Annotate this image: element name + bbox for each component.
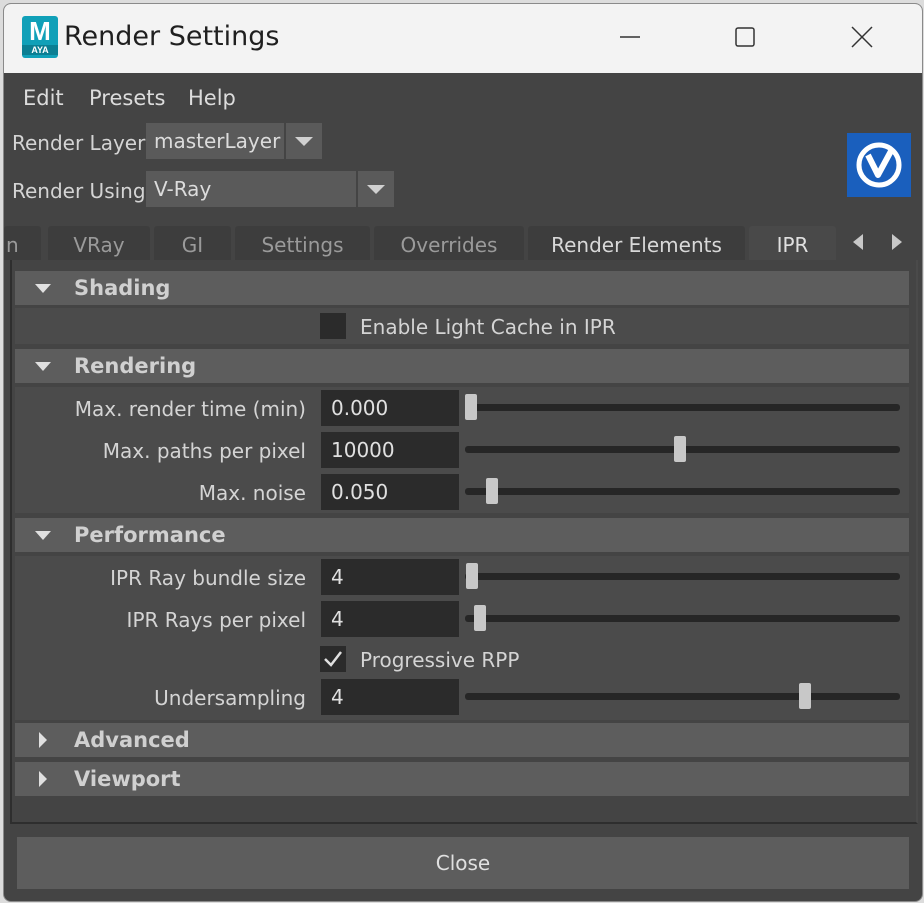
tab-partial[interactable]: n (4, 226, 41, 260)
expanded-triangle-icon (35, 531, 51, 540)
vray-logo-icon (847, 133, 911, 197)
tab-vray[interactable]: VRay (48, 226, 150, 260)
menu-bar: Edit Presets Help (4, 73, 922, 123)
progressive-rpp-label: Progressive RPP (360, 648, 520, 672)
enable-light-cache-checkbox[interactable] (320, 313, 346, 339)
render-using-label: Render Using (12, 179, 146, 203)
section-shading-header[interactable]: Shading (15, 271, 909, 305)
max-noise-slider[interactable] (465, 488, 900, 495)
ray-bundle-size-slider[interactable] (465, 573, 900, 580)
section-rendering-header[interactable]: Rendering (15, 349, 909, 383)
rays-per-pixel-field[interactable]: 4 (321, 601, 459, 637)
render-settings-window: M AYA Render Settings Edit Presets Help … (3, 3, 923, 902)
checkmark-icon (324, 651, 342, 667)
tab-gi[interactable]: GI (154, 226, 231, 260)
slider-handle[interactable] (474, 605, 486, 631)
section-viewport-header[interactable]: Viewport (15, 762, 909, 796)
max-render-time-label: Max. render time (min) (74, 397, 306, 421)
section-performance-header[interactable]: Performance (15, 518, 909, 552)
render-layer-label: Render Layer (12, 131, 146, 155)
slider-handle[interactable] (799, 683, 811, 709)
collapsed-triangle-icon (39, 771, 47, 787)
chevron-down-icon (284, 123, 322, 159)
expanded-triangle-icon (35, 284, 51, 293)
tab-render-elements[interactable]: Render Elements (528, 226, 745, 260)
rays-per-pixel-slider[interactable] (465, 615, 900, 622)
expanded-triangle-icon (35, 362, 51, 371)
close-icon (851, 26, 873, 48)
menu-edit[interactable]: Edit (23, 85, 64, 111)
undersampling-label: Undersampling (154, 686, 306, 710)
ray-bundle-size-label: IPR Ray bundle size (110, 566, 306, 590)
minimize-button[interactable] (610, 20, 650, 56)
maximize-button[interactable] (725, 20, 765, 56)
menu-presets[interactable]: Presets (89, 85, 165, 111)
max-paths-label: Max. paths per pixel (102, 439, 306, 463)
tab-settings[interactable]: Settings (235, 226, 370, 260)
max-render-time-field[interactable]: 0.000 (321, 390, 459, 426)
max-noise-field[interactable]: 0.050 (321, 474, 459, 510)
maya-app-icon: M AYA (22, 16, 58, 58)
progressive-rpp-checkbox[interactable] (320, 646, 346, 672)
render-layer-dropdown[interactable]: masterLayer (146, 123, 322, 159)
menu-help[interactable]: Help (188, 85, 236, 111)
slider-handle[interactable] (465, 394, 477, 420)
collapsed-triangle-icon (39, 732, 47, 748)
section-advanced-header[interactable]: Advanced (15, 723, 909, 757)
tab-ipr[interactable]: IPR (749, 226, 836, 260)
tab-scroll-right-icon[interactable] (892, 234, 902, 250)
tab-overrides[interactable]: Overrides (374, 226, 524, 260)
undersampling-slider[interactable] (465, 693, 900, 700)
tab-scroll-left-icon[interactable] (853, 234, 863, 250)
slider-handle[interactable] (486, 478, 498, 504)
enable-light-cache-label: Enable Light Cache in IPR (360, 315, 616, 339)
rays-per-pixel-label: IPR Rays per pixel (126, 608, 306, 632)
ray-bundle-size-field[interactable]: 4 (321, 559, 459, 595)
slider-handle[interactable] (674, 436, 686, 462)
undersampling-field[interactable]: 4 (321, 679, 459, 715)
title-bar[interactable]: M AYA Render Settings (4, 4, 922, 73)
close-button[interactable]: Close (17, 837, 909, 889)
max-paths-field[interactable]: 10000 (321, 432, 459, 468)
minimize-icon (620, 36, 640, 38)
slider-handle[interactable] (466, 563, 478, 589)
chevron-down-icon (356, 171, 394, 207)
render-using-dropdown[interactable]: V-Ray (146, 171, 394, 207)
tab-bar: n VRay GI Settings Overrides Render Elem… (4, 226, 922, 260)
close-window-button[interactable] (842, 20, 882, 56)
max-render-time-slider[interactable] (465, 404, 900, 411)
maximize-icon (735, 27, 755, 47)
max-noise-label: Max. noise (198, 481, 306, 505)
window-title: Render Settings (64, 21, 280, 52)
